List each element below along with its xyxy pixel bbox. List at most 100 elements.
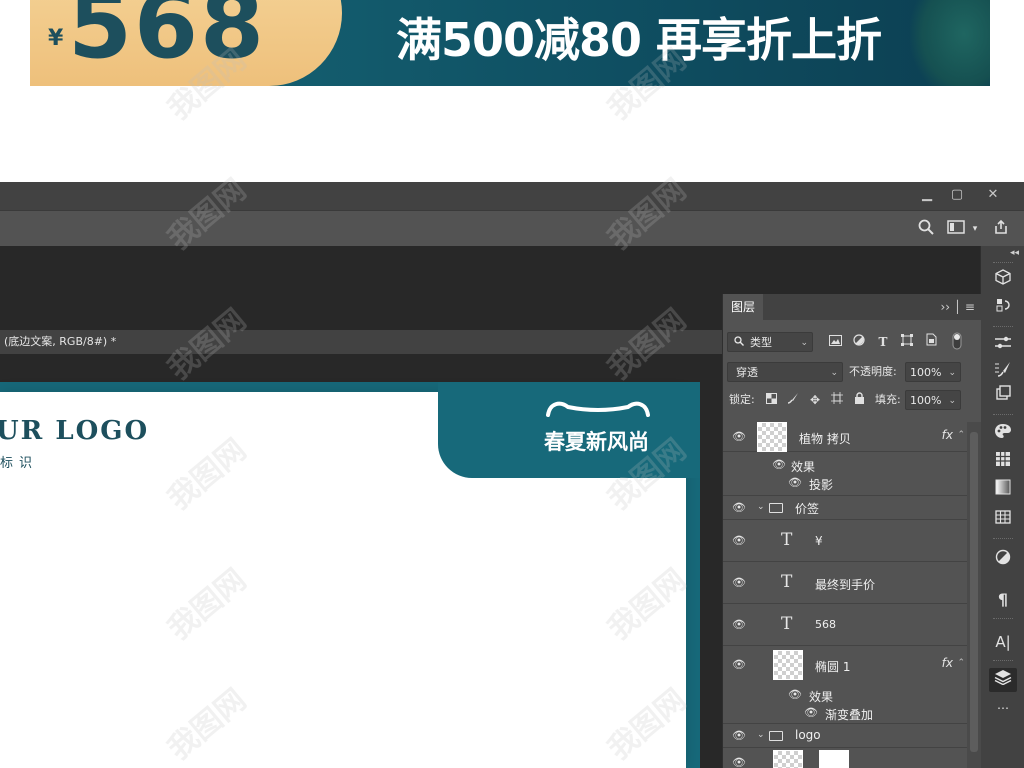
character-icon[interactable]: A| — [989, 630, 1017, 654]
adjustments-sliders-icon[interactable] — [989, 334, 1017, 358]
gradient-icon[interactable] — [989, 478, 1017, 502]
drag-grip[interactable] — [993, 326, 1013, 329]
drag-grip[interactable] — [993, 660, 1013, 663]
brush-settings-icon[interactable] — [989, 360, 1017, 384]
eye-icon[interactable]: 👁 — [731, 576, 747, 589]
logo-text: UR LOGO — [0, 416, 150, 446]
lock-label: 锁定: — [729, 393, 755, 406]
promo-banner: ¥ 568 满500减80 再享折上折 — [30, 0, 990, 86]
color-palette-icon[interactable] — [989, 422, 1017, 446]
drag-grip[interactable] — [993, 618, 1013, 621]
artboard-nesting-icon[interactable] — [829, 390, 845, 410]
effects-row[interactable]: 👁 效果 — [723, 686, 967, 704]
fill-label: 填充: — [875, 393, 901, 406]
lock-pixels-icon[interactable] — [785, 390, 801, 410]
blend-mode-value: 穿透 — [736, 366, 758, 379]
effect-row[interactable]: 👁 渐变叠加 — [723, 704, 967, 724]
lock-position-icon[interactable]: ✥ — [807, 390, 823, 410]
layer-row[interactable]: 👁 T ¥ — [723, 520, 967, 562]
document-tab[interactable]: (底边文案, RGB/8#) * — [0, 330, 722, 354]
group-row[interactable]: 👁 ⌄ 价签 — [723, 496, 967, 520]
3d-cube-icon[interactable] — [989, 268, 1017, 292]
eye-icon[interactable]: 👁 — [787, 476, 803, 489]
panel-header: 图层 ›› │ ≡ — [723, 294, 981, 320]
effects-label: 效果 — [809, 690, 834, 704]
tab-layers[interactable]: 图层 — [723, 294, 764, 320]
eye-icon[interactable]: 👁 — [731, 501, 747, 514]
layers-stack-icon[interactable] — [989, 668, 1017, 692]
workspace-icon[interactable] — [946, 219, 966, 239]
eye-icon[interactable]: 👁 — [731, 756, 747, 768]
layer-row[interactable]: 👁 椭圆 1 fx ⌃ — [723, 646, 967, 686]
smart-object-filter-icon[interactable] — [923, 332, 939, 352]
chevron-down-icon[interactable]: ⌄ — [757, 730, 765, 740]
text-filter-icon[interactable]: T — [875, 332, 891, 352]
eye-icon[interactable]: 👁 — [731, 618, 747, 631]
swatches-grid-icon[interactable] — [989, 450, 1017, 474]
maximize-button[interactable]: ▢ — [942, 185, 972, 205]
eye-icon[interactable]: 👁 — [731, 534, 747, 547]
shape-filter-icon[interactable] — [899, 332, 915, 352]
eye-icon[interactable]: 👁 — [731, 729, 747, 742]
opacity-label: 不透明度: — [849, 365, 897, 378]
lock-all-icon[interactable] — [851, 390, 867, 410]
minimize-button[interactable]: ▁ — [912, 185, 942, 205]
filter-kind-select[interactable]: 类型 ⌄ — [727, 332, 813, 352]
opacity-value: 100% — [910, 366, 942, 379]
scrollbar-thumb[interactable] — [970, 432, 978, 752]
chevron-up-icon[interactable]: ⌃ — [957, 658, 965, 668]
panel-dock-strip: ◂◂ ¶ A| ⋯ — [980, 246, 1024, 768]
collapse-panels-icon[interactable]: ◂◂ — [981, 248, 1024, 258]
history-icon[interactable] — [989, 296, 1017, 320]
adjustment-filter-icon[interactable] — [851, 332, 867, 352]
chevron-down-icon: ⌄ — [830, 368, 838, 378]
eye-icon[interactable]: 👁 — [731, 658, 747, 671]
filter-kind-value: 类型 — [750, 336, 772, 349]
layer-row[interactable]: 👁 T 568 — [723, 604, 967, 646]
chevron-up-icon[interactable]: ⌃ — [957, 430, 965, 440]
chevron-down-icon: ⌄ — [948, 368, 956, 378]
layer-row[interactable]: 👁 T 最终到手价 — [723, 562, 967, 604]
layers-scrollbar[interactable] — [967, 422, 981, 768]
layer-row[interactable]: 👁 植物 拷贝 fx ⌃ — [723, 422, 967, 452]
price-value: 568 — [68, 0, 267, 79]
effects-row[interactable]: 👁 效果 — [723, 456, 967, 474]
folder-icon — [769, 503, 783, 513]
layer-row[interactable]: 👁 — [723, 748, 967, 768]
price-currency: ¥ — [48, 26, 64, 51]
table-grid-icon[interactable] — [989, 508, 1017, 532]
search-icon[interactable] — [916, 219, 936, 239]
drag-grip[interactable] — [993, 414, 1013, 417]
eye-icon[interactable]: 👁 — [771, 458, 787, 471]
more-panels-icon[interactable]: ⋯ — [989, 696, 1017, 720]
image-filter-icon[interactable] — [827, 332, 843, 352]
opacity-input[interactable]: 100% ⌄ — [905, 362, 961, 382]
layer-thumbnail — [757, 422, 787, 452]
fx-icon[interactable]: fx — [942, 428, 953, 442]
eye-icon[interactable]: 👁 — [803, 706, 819, 719]
close-button[interactable]: ✕ — [978, 185, 1008, 205]
effect-row[interactable]: 👁 投影 — [723, 474, 967, 496]
eye-icon[interactable]: 👁 — [787, 688, 803, 701]
paragraph-icon[interactable]: ¶ — [989, 588, 1017, 612]
fx-icon[interactable]: fx — [942, 656, 953, 670]
design-artboard[interactable]: UR LOGO 标识 春夏新风尚 — [0, 382, 700, 768]
eye-icon[interactable]: 👁 — [731, 430, 747, 443]
chevron-down-icon[interactable]: ⌄ — [757, 502, 765, 512]
panel-menu-icon[interactable]: ›› │ ≡ — [940, 294, 975, 320]
share-icon[interactable] — [990, 219, 1012, 239]
drag-grip[interactable] — [993, 538, 1013, 541]
filter-toggle-icon[interactable] — [949, 332, 965, 356]
group-row[interactable]: 👁 ⌄ logo — [723, 724, 967, 748]
slogan-text: 春夏新风尚 — [544, 430, 649, 454]
drag-grip[interactable] — [993, 262, 1013, 265]
adjustment-circle-icon[interactable] — [989, 548, 1017, 572]
photoshop-window: ▁ ▢ ✕ ▾ (底边文案, RGB/8#) * UR LOGO 标识 春夏新风… — [0, 182, 1024, 768]
group-name: logo — [795, 728, 821, 742]
clone-source-icon[interactable] — [989, 384, 1017, 408]
lock-transparent-icon[interactable] — [763, 390, 779, 410]
fill-input[interactable]: 100% ⌄ — [905, 390, 961, 410]
chevron-down-icon[interactable]: ▾ — [968, 219, 982, 239]
blend-mode-select[interactable]: 穿透 ⌄ — [727, 362, 843, 382]
layer-thumbnail — [773, 650, 803, 680]
